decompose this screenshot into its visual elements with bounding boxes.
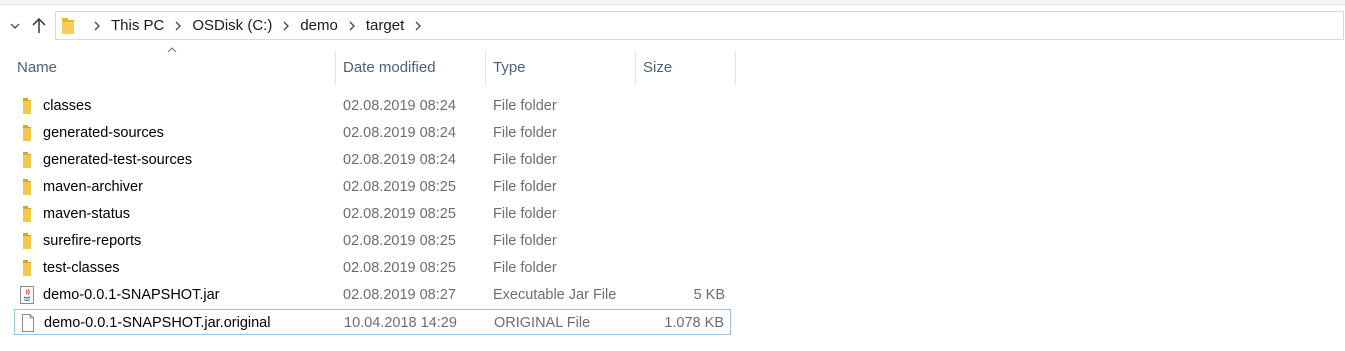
folder-icon bbox=[18, 124, 36, 142]
file-type: File folder bbox=[493, 179, 557, 195]
file-row[interactable]: test-classes 02.08.2019 08:25 File folder bbox=[14, 255, 731, 281]
file-row[interactable]: demo-0.0.1-SNAPSHOT.jar 02.08.2019 08:27 E… bbox=[14, 282, 731, 308]
folder-icon bbox=[18, 97, 36, 115]
recent-locations-button[interactable] bbox=[4, 14, 26, 38]
breadcrumb-target[interactable]: target bbox=[364, 17, 406, 34]
file-row[interactable]: maven-archiver 02.08.2019 08:25 File folde… bbox=[14, 174, 731, 200]
chevron-right-icon[interactable] bbox=[93, 21, 101, 31]
chevron-right-icon[interactable] bbox=[282, 21, 290, 31]
breadcrumb-this-pc[interactable]: This PC bbox=[109, 17, 166, 34]
file-name: maven-status bbox=[43, 206, 131, 222]
window-top-edge bbox=[0, 0, 1345, 5]
file-name: generated-sources bbox=[43, 125, 164, 141]
file-name: surefire-reports bbox=[43, 233, 142, 249]
folder-icon bbox=[18, 178, 36, 196]
file-name: maven-archiver bbox=[43, 179, 143, 195]
file-size: 5 KB bbox=[693, 287, 725, 303]
file-date-modified: 10.04.2018 14:29 bbox=[344, 315, 457, 331]
address-bar[interactable]: This PC OSDisk (C:) demo target bbox=[55, 11, 1344, 40]
column-header-type[interactable]: Type bbox=[485, 51, 635, 85]
file-type: File folder bbox=[493, 152, 557, 168]
up-button[interactable] bbox=[28, 14, 50, 38]
file-name: demo-0.0.1-SNAPSHOT.jar.original bbox=[44, 315, 271, 331]
file-name: generated-test-sources bbox=[43, 152, 193, 168]
file-type: File folder bbox=[493, 98, 557, 114]
column-header-name[interactable]: Name bbox=[9, 51, 335, 85]
chevron-down-icon bbox=[10, 23, 20, 29]
file-date-modified: 02.08.2019 08:25 bbox=[343, 233, 456, 249]
file-date-modified: 02.08.2019 08:25 bbox=[343, 206, 456, 222]
file-date-modified: 02.08.2019 08:24 bbox=[343, 125, 456, 141]
file-row[interactable]: demo-0.0.1-SNAPSHOT.jar.original 10.04.20… bbox=[14, 309, 731, 335]
file-name: test-classes bbox=[43, 260, 120, 276]
file-row[interactable]: surefire-reports 02.08.2019 08:25 File fol… bbox=[14, 228, 731, 254]
folder-icon bbox=[18, 205, 36, 223]
file-row[interactable]: generated-sources 02.08.2019 08:24 File fo… bbox=[14, 120, 731, 146]
chevron-right-icon[interactable] bbox=[174, 21, 182, 31]
file-date-modified: 02.08.2019 08:24 bbox=[343, 152, 456, 168]
file-name: demo-0.0.1-SNAPSHOT.jar bbox=[43, 287, 220, 303]
file-name: classes bbox=[43, 98, 92, 114]
file-type: File folder bbox=[493, 206, 557, 222]
file-type: File folder bbox=[493, 233, 557, 249]
file-type: File folder bbox=[493, 125, 557, 141]
file-date-modified: 02.08.2019 08:25 bbox=[343, 260, 456, 276]
jar-file-icon bbox=[18, 286, 36, 304]
file-type: File folder bbox=[493, 260, 557, 276]
folder-icon bbox=[18, 259, 36, 277]
chevron-right-icon[interactable] bbox=[414, 21, 422, 31]
file-row[interactable]: classes 02.08.2019 08:24 File folder bbox=[14, 93, 731, 119]
folder-icon bbox=[62, 17, 74, 34]
file-type: ORIGINAL File bbox=[494, 315, 591, 331]
column-header-size[interactable]: Size bbox=[635, 51, 735, 85]
file-date-modified: 02.08.2019 08:25 bbox=[343, 179, 456, 195]
file-type: Executable Jar File bbox=[493, 287, 617, 303]
file-date-modified: 02.08.2019 08:24 bbox=[343, 98, 456, 114]
document-icon bbox=[19, 314, 37, 332]
chevron-right-icon[interactable] bbox=[348, 21, 356, 31]
file-size: 1.078 KB bbox=[664, 315, 724, 331]
folder-icon bbox=[18, 232, 36, 250]
breadcrumb-osdisk[interactable]: OSDisk (C:) bbox=[190, 17, 274, 34]
column-header-row: Name Date modified Type Size bbox=[0, 51, 1345, 87]
column-header-date[interactable]: Date modified bbox=[335, 51, 485, 85]
up-arrow-icon bbox=[32, 17, 46, 33]
file-row[interactable]: maven-status 02.08.2019 08:25 File folder bbox=[14, 201, 731, 227]
breadcrumb-demo[interactable]: demo bbox=[298, 17, 340, 34]
file-date-modified: 02.08.2019 08:27 bbox=[343, 287, 456, 303]
column-divider[interactable] bbox=[735, 51, 736, 85]
folder-icon bbox=[18, 151, 36, 169]
file-row[interactable]: generated-test-sources 02.08.2019 08:24 Fi… bbox=[14, 147, 731, 173]
